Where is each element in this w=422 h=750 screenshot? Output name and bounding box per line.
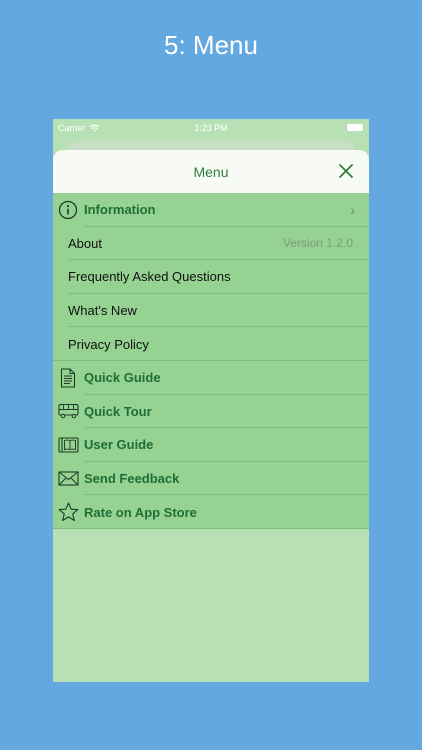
menu-item-quick-tour[interactable]: Quick Tour: [53, 395, 369, 429]
sheet-title: Menu: [193, 163, 229, 180]
battery-icon: [347, 124, 363, 131]
menu-item-label: About: [68, 235, 102, 251]
menu-item-label: Information: [84, 202, 156, 218]
close-button[interactable]: [335, 160, 357, 182]
menu-sheet: Menu Information › About Version 1.2.0 F…: [53, 150, 369, 682]
close-icon: [339, 164, 353, 178]
menu-item-quick-guide[interactable]: Quick Guide: [53, 361, 369, 395]
row-divider: [53, 527, 369, 529]
menu-item-rate-app[interactable]: Rate on App Store: [53, 495, 369, 529]
menu-item-label: What's New: [68, 303, 137, 319]
screenshot-caption: 5: Menu: [164, 30, 258, 60]
menu-item-send-feedback[interactable]: Send Feedback: [53, 462, 369, 496]
version-label: Version 1.2.0: [282, 236, 353, 251]
menu-item-user-guide[interactable]: User Guide: [53, 428, 369, 462]
menu-item-information[interactable]: Information ›: [53, 193, 369, 227]
menu-item-label: Quick Guide: [84, 370, 161, 386]
menu-item-label: Frequently Asked Questions: [68, 269, 231, 285]
envelope-icon: [57, 468, 79, 490]
menu-item-label: Privacy Policy: [68, 336, 149, 352]
menu-item-label: Quick Tour: [84, 403, 152, 419]
document-icon: [57, 367, 79, 389]
book-icon: [57, 434, 79, 456]
menu-item-label: Send Feedback: [84, 471, 180, 487]
status-time: 1:23 PM: [194, 123, 228, 133]
chevron-right-icon: ›: [350, 201, 355, 218]
bus-icon: [57, 400, 79, 422]
menu-item-whats-new[interactable]: What's New: [53, 294, 369, 328]
menu-item-label: Rate on App Store: [84, 504, 197, 520]
star-icon: [57, 501, 79, 523]
menu-item-label: User Guide: [84, 437, 154, 453]
menu-list: Information › About Version 1.2.0 Freque…: [53, 193, 369, 529]
status-bar: Carrier 1:23 PM: [53, 119, 369, 137]
menu-item-faq[interactable]: Frequently Asked Questions: [53, 260, 369, 294]
menu-item-about[interactable]: About Version 1.2.0: [53, 227, 369, 261]
info-icon: [57, 199, 79, 221]
menu-item-privacy-policy[interactable]: Privacy Policy: [53, 327, 369, 361]
phone-screen: Carrier 1:23 PM Menu Information › About…: [53, 119, 369, 682]
sheet-header: Menu: [53, 150, 369, 193]
